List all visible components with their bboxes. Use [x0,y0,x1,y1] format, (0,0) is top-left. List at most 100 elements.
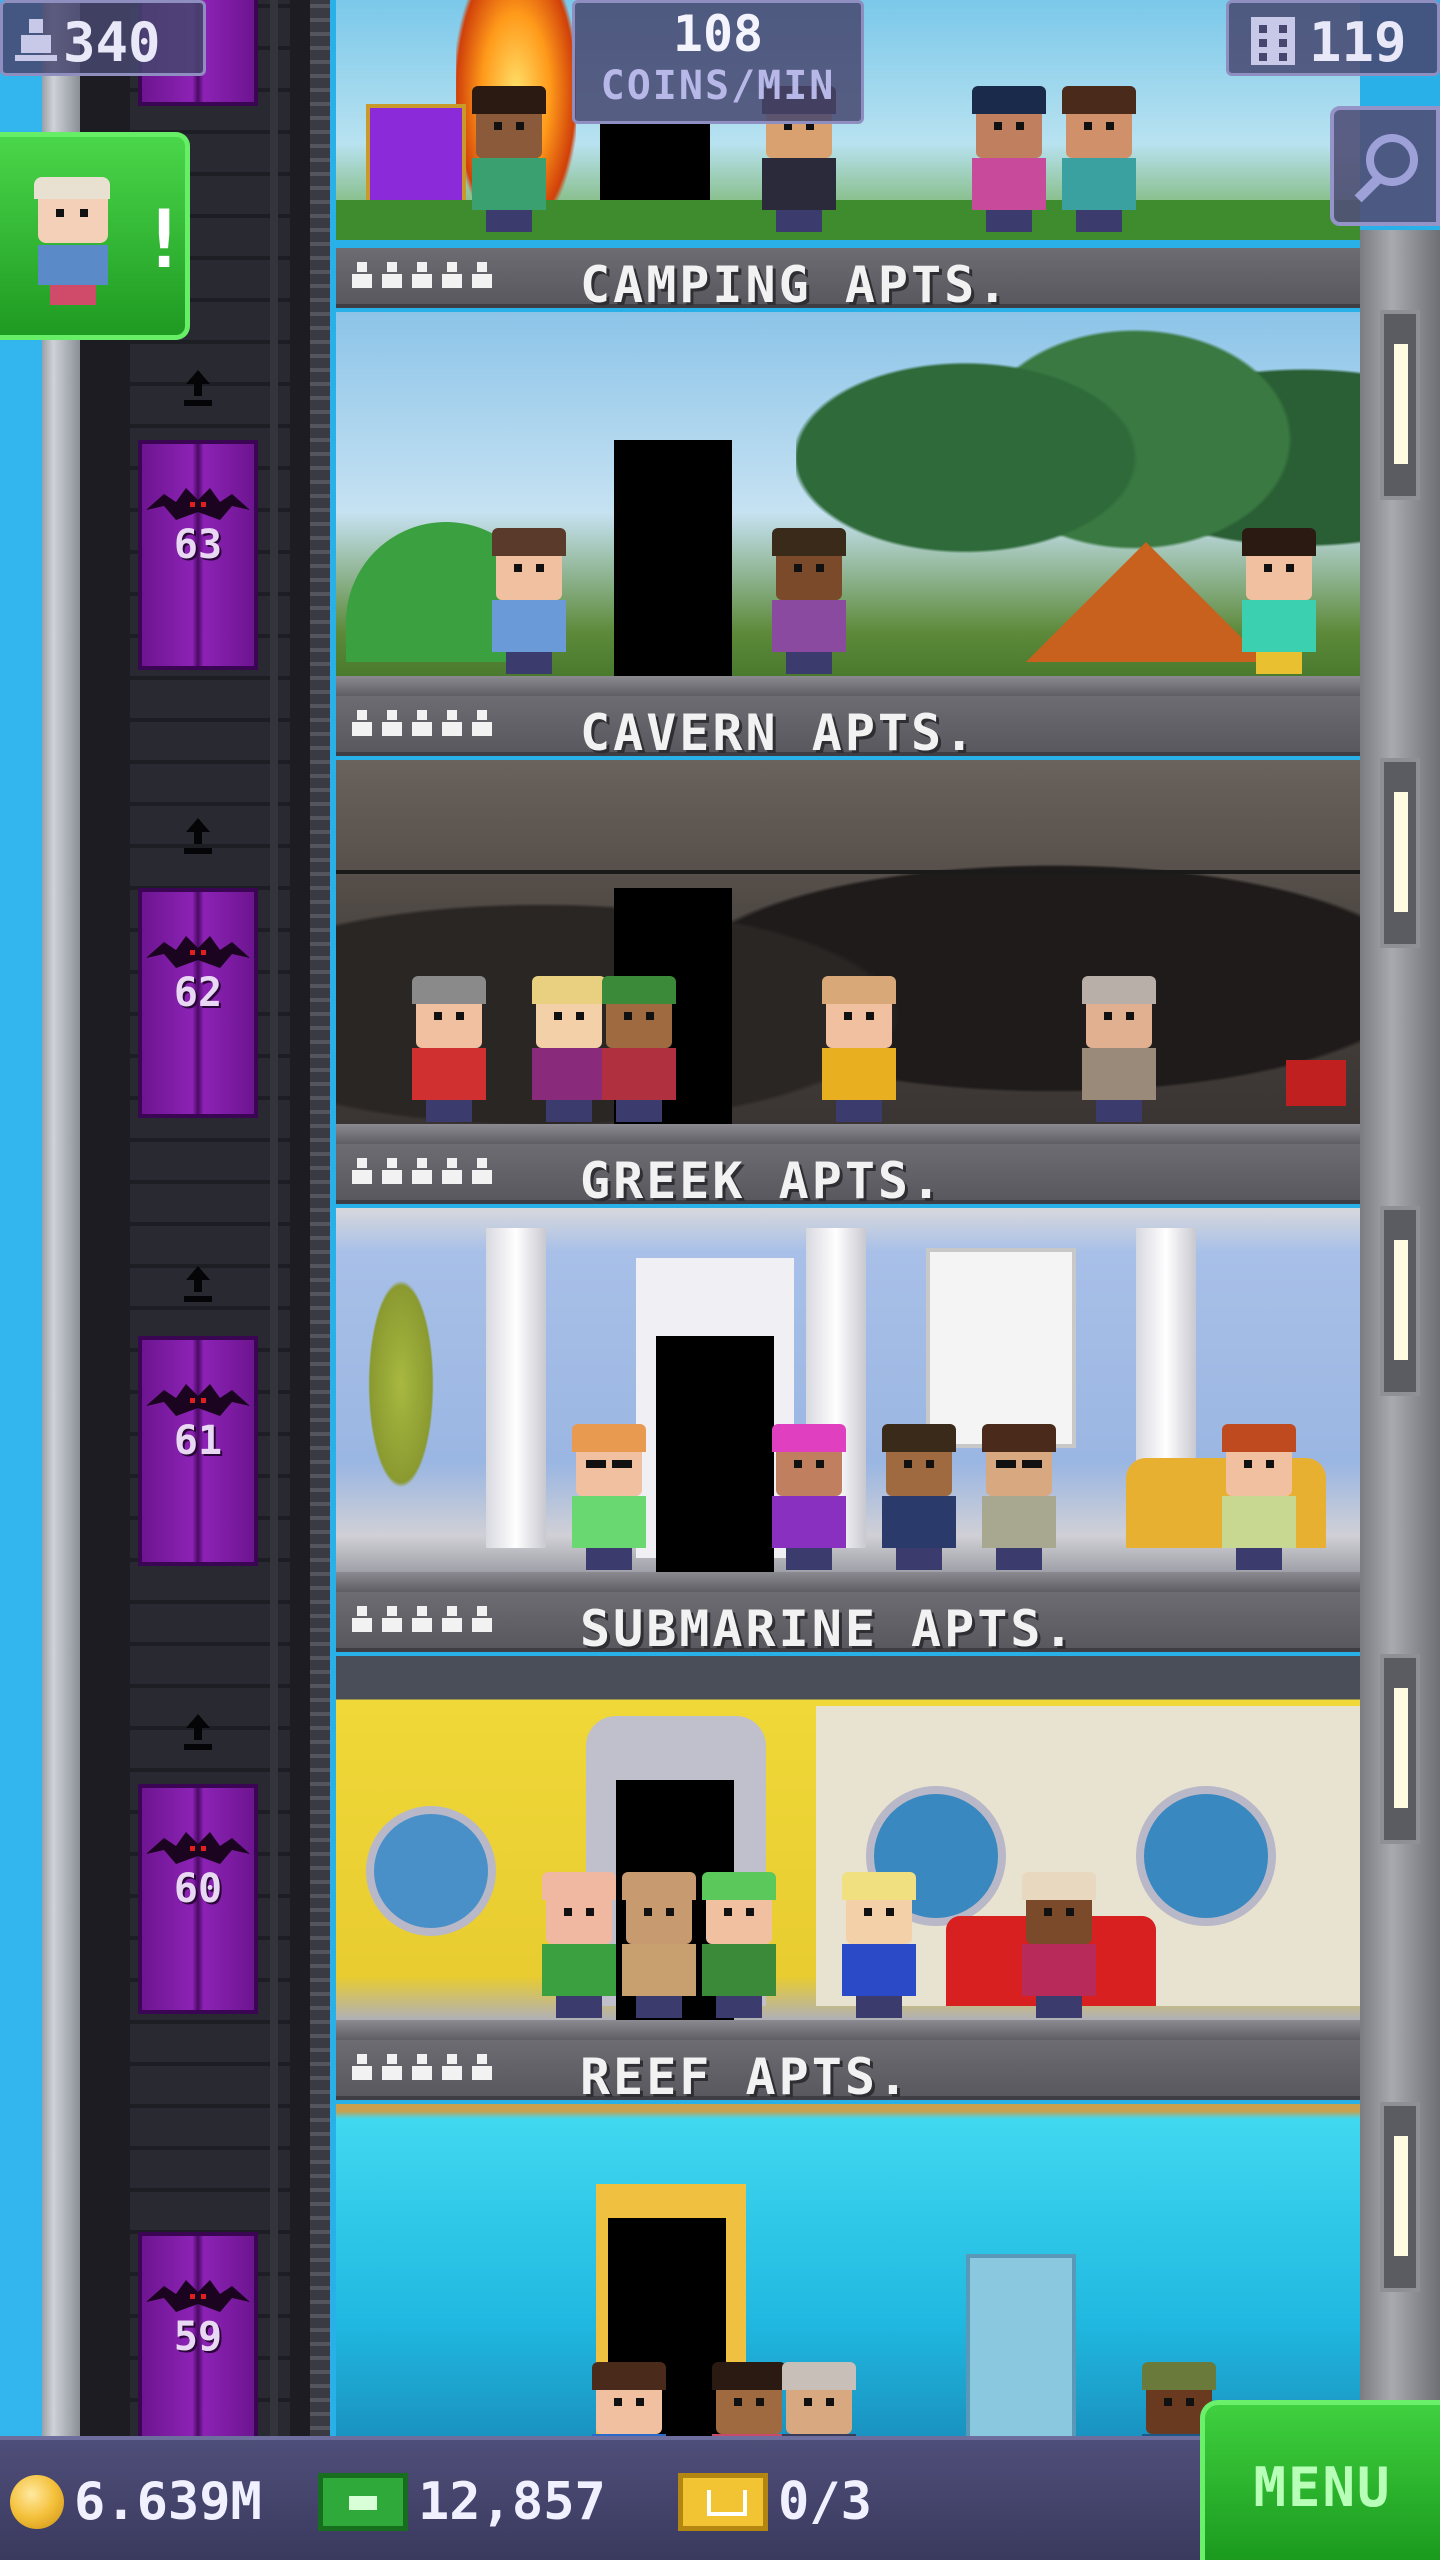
resident[interactable] [1016,1872,1102,2018]
tower-window [1380,310,1420,500]
resident[interactable] [536,1872,622,2018]
floor-counter[interactable]: 119 [1226,0,1440,76]
room-interior[interactable] [336,1656,1360,2020]
resident[interactable] [1056,86,1142,232]
resident[interactable] [486,528,572,674]
floor-title: GREEK APTS. [580,1152,945,1210]
floor-header: SUBMARINE APTS. [336,1592,1360,1658]
coins-value: 6.639M [74,2472,262,2532]
elevator-door-61[interactable]: 61 [138,1266,258,1566]
floor-submarine[interactable]: SUBMARINE APTS. [336,1592,1360,2040]
resident[interactable] [876,1424,962,1570]
resident[interactable] [696,1872,782,2018]
resident[interactable] [1236,528,1322,674]
menu-button[interactable]: MENU [1200,2400,1440,2560]
visitor-avatar [32,177,112,307]
floor-header: CAMPING APTS. [336,248,1360,314]
elevator-door-59[interactable]: 59 [138,2232,258,2436]
room-interior[interactable] [336,760,1360,1124]
floor-header: GREEK APTS. [336,1144,1360,1210]
resident[interactable] [836,1872,922,2018]
resident[interactable] [1076,976,1162,1122]
elevator-cable [270,0,278,2440]
tower-window [1380,1206,1420,1396]
bux-icon [318,2473,408,2531]
elevator-door-62[interactable]: 62 [138,818,258,1118]
tower-window [1380,758,1420,948]
population-counter[interactable]: 340 [0,0,206,76]
resident[interactable] [776,2362,862,2436]
column [486,1228,546,1548]
menu-label: MENU [1253,2456,1392,2519]
red-cooler [1286,1060,1346,1106]
resident[interactable] [466,86,552,232]
resident[interactable] [566,1424,652,1570]
resident[interactable] [816,976,902,1122]
resident[interactable] [616,1872,702,2018]
elevator-shaft[interactable] [80,0,330,2440]
floor-camping[interactable]: CAMPING APTS. [336,248,1360,696]
resident[interactable] [596,976,682,1122]
floor-number: 63 [173,522,223,568]
resident[interactable] [976,1424,1062,1570]
floor-title: REEF APTS. [580,2048,912,2106]
coins-display[interactable]: 6.639M [10,2470,262,2534]
resident-slots-icon [352,1158,492,1188]
resident[interactable] [766,1424,852,1570]
tower-window [1380,2102,1420,2292]
resident[interactable] [586,2362,672,2436]
tower-window [1380,1654,1420,1844]
coin-icon [10,2475,64,2529]
resident[interactable] [406,976,492,1122]
elevator-rail [310,0,330,2440]
elevator-door-60[interactable]: 60 [138,1714,258,2014]
resident[interactable] [1216,1424,1302,1570]
elevator-call-icon [184,370,212,406]
floor-title: SUBMARINE APTS. [580,1600,1077,1658]
golden-ticket-icon [678,2473,768,2531]
floor-header: REEF APTS. [336,2040,1360,2106]
resident-slots-icon [352,262,492,292]
floor-greek[interactable]: GREEK APTS. [336,1144,1360,1592]
floor-title: CAMPING APTS. [580,256,1011,314]
floor-number: 60 [173,1866,223,1912]
room-interior[interactable] [336,2104,1360,2436]
search-button[interactable] [1330,106,1440,226]
elevator-call-icon [184,1266,212,1302]
floor-title: CAVERN APTS. [580,704,978,762]
string-lights [336,870,1360,874]
floor-base [336,676,1360,696]
resident[interactable] [766,528,852,674]
resident-slots-icon [352,710,492,740]
floor-base [336,2020,1360,2040]
room-interior[interactable] [336,1208,1360,1572]
floor-number: 61 [173,1418,223,1464]
throne [366,104,466,214]
porthole [1136,1786,1276,1926]
resident[interactable] [966,86,1052,232]
resident-slots-icon [352,1606,492,1636]
bux-value: 12,857 [418,2472,606,2532]
shaft-wall [42,0,80,2440]
tickets-display[interactable]: 0/3 [678,2470,872,2534]
shaft-bricks [130,0,290,2440]
bux-display[interactable]: 12,857 [318,2470,606,2534]
population-value: 340 [63,11,161,74]
visitor-notification-button[interactable]: ! [0,132,190,340]
sky-background [0,0,42,2440]
floor-base [336,1124,1360,1144]
coin-rate-panel: 108 COINS/MIN [572,0,864,124]
plant [346,1268,456,1558]
floor-cavern[interactable]: CAVERN APTS. [336,696,1360,1144]
elevator-door-63[interactable]: 63 [138,370,258,670]
population-icon [15,19,57,61]
alert-mark: ! [140,193,189,286]
floor-base [336,1572,1360,1592]
floor-reef[interactable]: REEF APTS. [336,2040,1360,2436]
room-interior[interactable] [336,312,1360,676]
room-door [656,1336,774,1572]
room-door [614,440,732,676]
porthole [366,1806,496,1936]
coin-rate-unit: COINS/MIN [600,63,836,109]
floor-number: 62 [173,970,223,1016]
